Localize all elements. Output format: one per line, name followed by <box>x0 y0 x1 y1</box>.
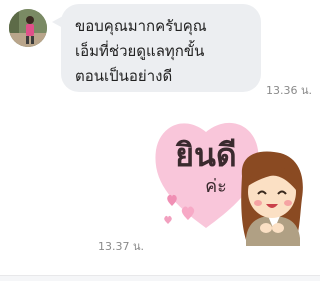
sticker-timestamp: 13.37 น. <box>98 240 145 253</box>
message-bubble[interactable]: ขอบคุณมากครับคุณ เอ็มที่ช่วยดูแลทุกขั้น … <box>61 4 261 92</box>
sticker-main-text: ยินดี <box>175 136 237 174</box>
avatar-photo <box>9 9 47 47</box>
sticker-image: ยินดี ค่ะ <box>155 122 303 246</box>
sticker-sub-text: ค่ะ <box>205 176 227 197</box>
message-text-line-1: ขอบคุณมากครับคุณ <box>75 17 207 35</box>
sticker-message[interactable]: ยินดี ค่ะ <box>150 110 310 260</box>
message-text-line-3: ตอนเป็นอย่างดี <box>75 67 173 85</box>
input-area-divider <box>0 275 320 281</box>
small-heart-3 <box>164 215 172 224</box>
message-text-line-2: เอ็มที่ช่วยดูแลทุกขั้น <box>75 42 205 60</box>
message-timestamp: 13.36 น. <box>266 84 313 97</box>
sender-avatar[interactable] <box>9 9 47 47</box>
chat-thread: ขอบคุณมากครับคุณ เอ็มที่ช่วยดูแลทุกขั้น … <box>0 0 320 281</box>
